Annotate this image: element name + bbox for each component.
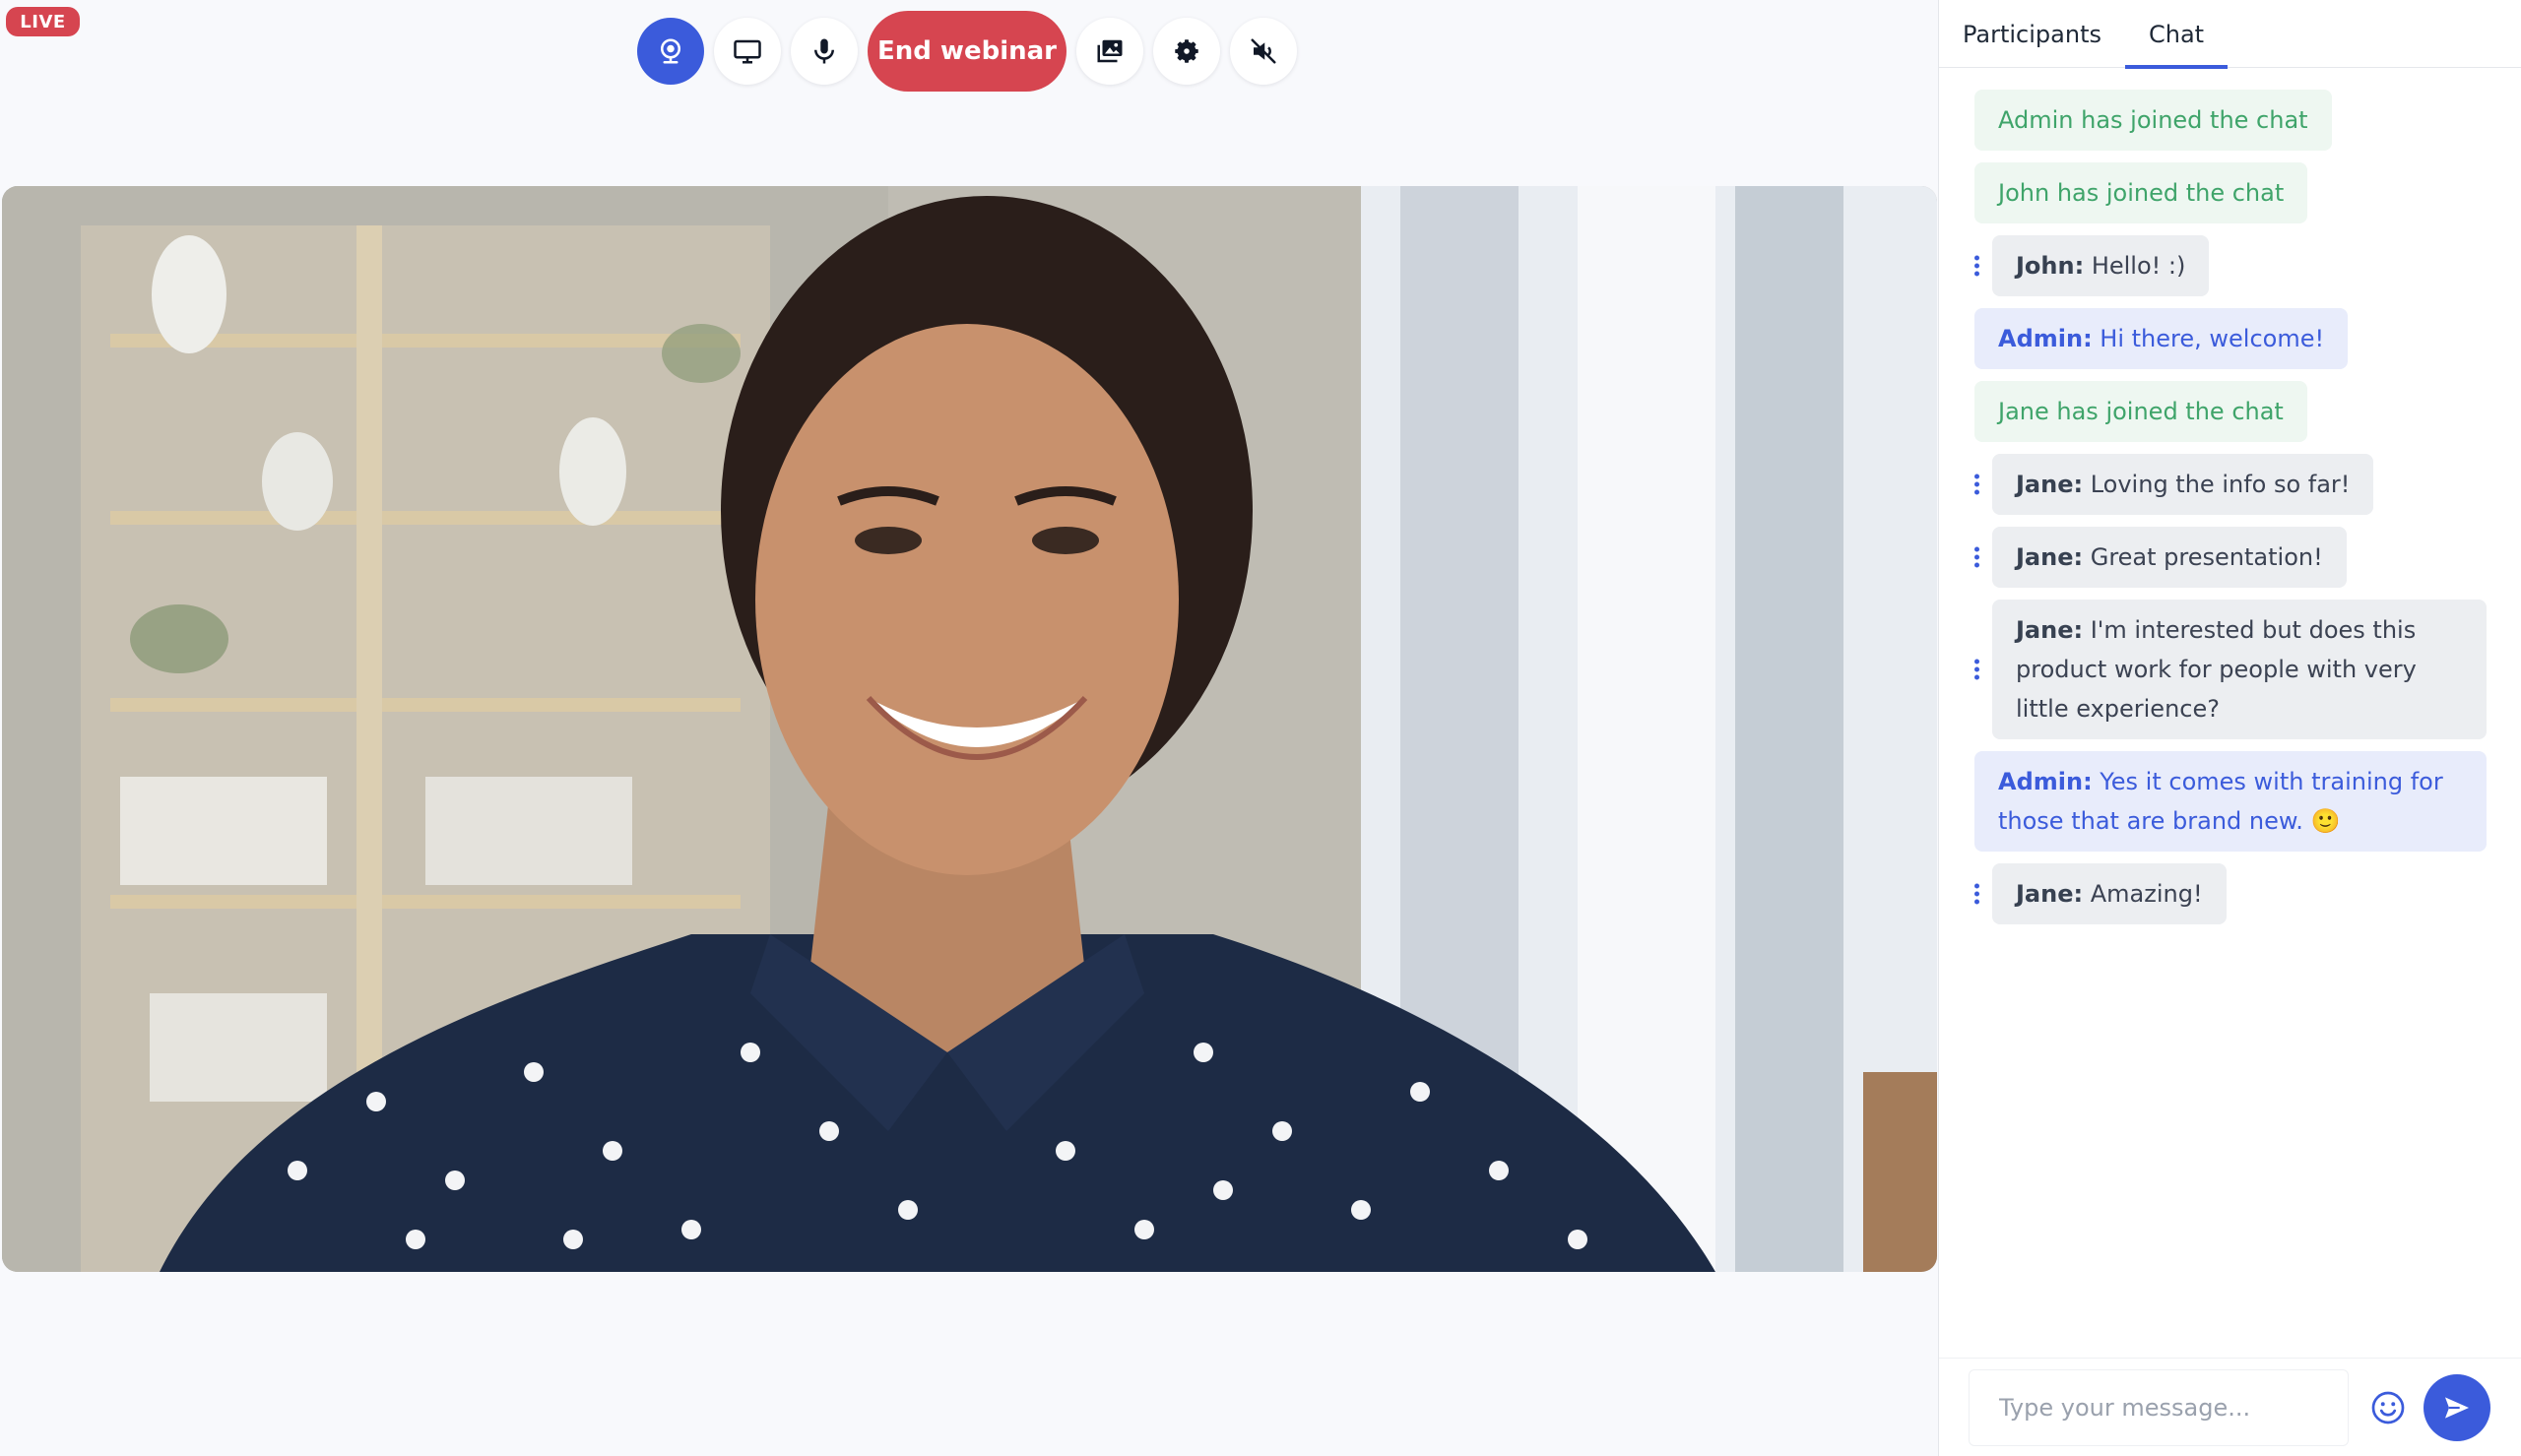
- tab-participants[interactable]: Participants: [1963, 0, 2125, 68]
- media-library-icon: [1097, 39, 1123, 63]
- settings-button[interactable]: [1153, 18, 1220, 85]
- sender-name: Jane:: [2016, 616, 2084, 644]
- message-menu-icon[interactable]: [1974, 544, 1980, 571]
- sender-name: Jane:: [2016, 471, 2084, 498]
- user-message: John: Hello! :): [1992, 235, 2210, 296]
- smiley-icon[interactable]: [2370, 1390, 2406, 1425]
- message-input[interactable]: [1969, 1368, 2349, 1446]
- screen-share-button[interactable]: [714, 18, 781, 85]
- webcam-icon: [661, 38, 680, 64]
- microphone-icon: [814, 38, 834, 64]
- presenter-video-frame: [2, 186, 1937, 1272]
- webcam-button[interactable]: [637, 18, 704, 85]
- chat-message: John: Hello! :): [1974, 235, 2488, 296]
- user-message: Jane: Loving the info so far!: [1992, 454, 2374, 515]
- speaker-mute-button[interactable]: [1230, 18, 1297, 85]
- chat-message: Jane has joined the chat: [1974, 381, 2488, 442]
- sender-name: Admin:: [1998, 325, 2093, 352]
- chat-message: Admin: Yes it comes with training for th…: [1974, 751, 2488, 852]
- message-menu-icon[interactable]: [1974, 657, 1980, 683]
- message-text: Hello! :): [2084, 252, 2186, 280]
- admin-message: Admin: Yes it comes with training for th…: [1974, 751, 2487, 852]
- screen-share-icon: [734, 39, 761, 64]
- sender-name: John:: [2016, 252, 2085, 280]
- message-composer: [1939, 1358, 2521, 1456]
- gear-icon: [1175, 39, 1198, 63]
- system-message: Admin has joined the chat: [1974, 90, 2332, 151]
- send-button[interactable]: [2424, 1373, 2490, 1441]
- message-text: Great presentation!: [2083, 543, 2323, 571]
- tab-chat[interactable]: Chat: [2124, 0, 2229, 69]
- message-text: Loving the info so far!: [2083, 471, 2351, 498]
- system-message: John has joined the chat: [1974, 162, 2308, 223]
- microphone-button[interactable]: [791, 18, 858, 85]
- message-menu-icon[interactable]: [1974, 472, 1980, 498]
- sender-name: Admin:: [1998, 768, 2093, 795]
- chat-message: Jane: Loving the info so far!: [1974, 454, 2488, 515]
- chat-messages: Admin has joined the chat John has joine…: [1939, 68, 2521, 1358]
- user-message: Jane: I'm interested but does this produ…: [1992, 600, 2487, 739]
- live-badge: LIVE: [6, 7, 80, 36]
- system-message: Jane has joined the chat: [1974, 381, 2307, 442]
- presenter-video: [2, 186, 1937, 1272]
- user-message: Jane: Amazing!: [1992, 863, 2227, 924]
- admin-message: Admin: Hi there, welcome!: [1974, 308, 2349, 369]
- chat-message: John has joined the chat: [1974, 162, 2488, 223]
- sender-name: Jane:: [2016, 880, 2084, 908]
- panel-tabs: Participants Chat: [1939, 0, 2521, 69]
- chat-message: Jane: Great presentation!: [1974, 527, 2488, 588]
- message-text: Amazing!: [2083, 880, 2203, 908]
- send-icon: [2445, 1396, 2469, 1419]
- chat-message: Admin: Hi there, welcome!: [1974, 308, 2488, 369]
- user-message: Jane: Great presentation!: [1992, 527, 2347, 588]
- message-menu-icon[interactable]: [1974, 881, 1980, 908]
- webinar-stage: LIVE End webinar: [0, 0, 1938, 1456]
- sender-name: Jane:: [2016, 543, 2084, 571]
- webinar-controls: End webinar: [637, 11, 1307, 92]
- chat-message: Jane: I'm interested but does this produ…: [1974, 600, 2488, 739]
- end-webinar-button[interactable]: End webinar: [868, 11, 1067, 92]
- chat-message: Admin has joined the chat: [1974, 90, 2488, 151]
- message-menu-icon[interactable]: [1974, 253, 1980, 280]
- message-text: Hi there, welcome!: [2092, 325, 2325, 352]
- chat-message: Jane: Amazing!: [1974, 863, 2488, 924]
- side-panel: Participants Chat Admin has joined the c…: [1938, 0, 2521, 1456]
- media-library-button[interactable]: [1076, 18, 1143, 85]
- speaker-muted-icon: [1251, 38, 1276, 64]
